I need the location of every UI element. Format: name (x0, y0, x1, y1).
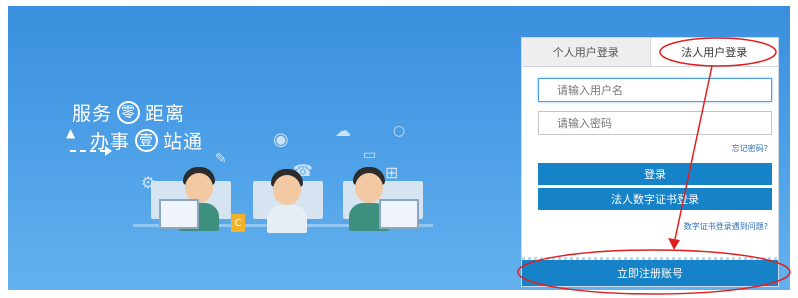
globe-icon: ◉ (273, 129, 289, 150)
forgot-password-link[interactable]: 忘记密码? (732, 143, 768, 154)
dashed-arrow-icon (70, 146, 112, 156)
cert-help-link[interactable]: 数字证书登录遇到问题? (684, 221, 768, 232)
arrow-up-icon: ▲ (66, 126, 77, 140)
customer-service-illustration: ⚙ ✎ ◉ ☎ ☁ ▭ ⊞ ○ ✉ C (123, 111, 443, 241)
gear-small-icon: ○ (393, 123, 406, 139)
login-tabs: 个人用户登录 法人用户登录 (522, 38, 778, 67)
monitor-icon: ▭ (363, 147, 377, 163)
cert-login-button[interactable]: 法人数字证书登录 (538, 188, 772, 210)
register-button[interactable]: 立即注册账号 (522, 260, 778, 286)
monitor (159, 199, 199, 229)
password-input[interactable] (538, 111, 772, 135)
login-panel: 个人用户登录 法人用户登录 忘记密码? 登录 法人数字证书登录 数字证书登录遇到… (521, 37, 779, 287)
username-input[interactable] (538, 78, 772, 102)
chat-icon: ✎ (215, 151, 227, 167)
cloud-icon: ☁ (335, 121, 351, 140)
login-button[interactable]: 登录 (538, 163, 772, 185)
tab-legal-entity-login[interactable]: 法人用户登录 (650, 38, 778, 66)
slogan-text-service: 服务 (72, 102, 113, 125)
phone-card-icon: C (231, 214, 245, 232)
tab-personal-login[interactable]: 个人用户登录 (522, 38, 651, 66)
cart-icon: ⊞ (385, 163, 399, 182)
monitor (379, 199, 419, 229)
